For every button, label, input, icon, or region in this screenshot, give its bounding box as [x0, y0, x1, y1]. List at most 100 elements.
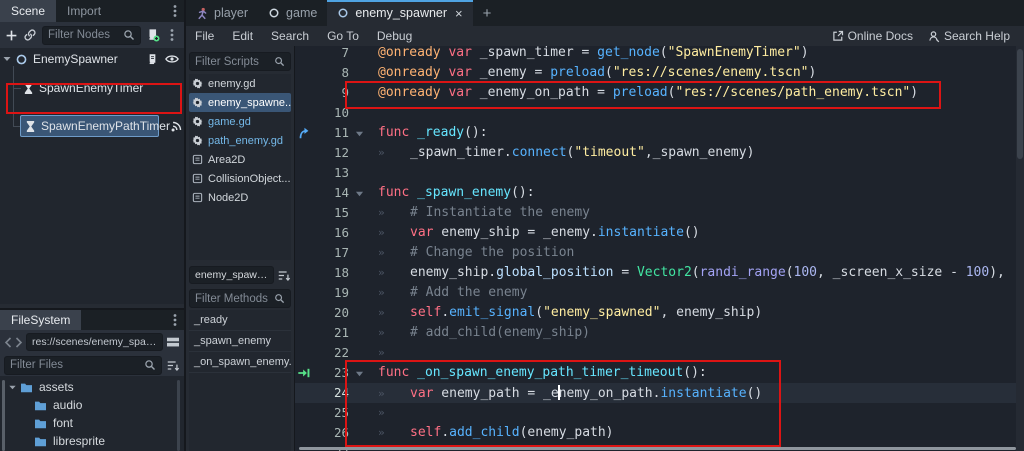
line-number: 11: [333, 125, 349, 140]
script-list-item[interactable]: Node2D: [189, 188, 291, 207]
code-line[interactable]: 9 @onready var _enemy_on_path = preload("…: [295, 83, 1024, 103]
tree-row-enemyspawner[interactable]: EnemySpawner: [0, 49, 184, 69]
code-line[interactable]: 22 »: [295, 343, 1024, 363]
filter-methods-input[interactable]: Filter Methods: [189, 289, 291, 308]
script-list-item[interactable]: game.gd: [189, 112, 291, 131]
sort-methods-icon[interactable]: [277, 269, 291, 282]
online-docs-button[interactable]: Online Docs: [832, 29, 913, 43]
code-line[interactable]: 8 @onready var _enemy = preload("res://sc…: [295, 63, 1024, 83]
code-token: "res://scenes/path_enemy.tscn": [675, 85, 911, 100]
split-view-icon[interactable]: [166, 336, 180, 348]
filter-nodes-input[interactable]: Filter Nodes: [42, 25, 141, 45]
instance-scene-icon[interactable]: [23, 28, 37, 42]
script-list-item[interactable]: CollisionObject...: [189, 169, 291, 188]
script-tab-player[interactable]: player: [186, 0, 258, 26]
sort-files-icon[interactable]: [166, 359, 180, 372]
code-line[interactable]: 25 »: [295, 403, 1024, 423]
current-path-field[interactable]: res://scenes/enemy_spawn: [26, 333, 163, 351]
current-script-name-field[interactable]: enemy_spawner.gd: [189, 266, 274, 284]
code-line[interactable]: 23 func _on_spawn_enemy_path_timer_timeou…: [295, 363, 1024, 383]
visibility-eye-icon[interactable]: [165, 53, 179, 65]
menu-debug[interactable]: Debug: [368, 29, 421, 43]
fold-arrow-icon[interactable]: [355, 190, 364, 198]
code-token: (): [746, 386, 763, 401]
history-back-icon[interactable]: [4, 336, 12, 348]
node-label: SpawnEnemyPathTimer: [41, 119, 170, 133]
search-help-button[interactable]: Search Help: [927, 29, 1010, 43]
script-list-label: enemy_spawne...: [208, 96, 291, 109]
code-line[interactable]: 11 func _ready():: [295, 123, 1024, 143]
code-text: »: [378, 405, 410, 420]
signal-connection-icon[interactable]: [170, 119, 184, 133]
line-number: 7: [341, 46, 349, 60]
method-list-item[interactable]: _spawn_enemy: [189, 331, 291, 352]
menu-file[interactable]: File: [186, 29, 223, 43]
tree-row-spawnenemytimer[interactable]: SpawnEnemyTimer: [0, 78, 184, 98]
code-line[interactable]: 24 » var enemy_path = _enemy_on_path.insta…: [295, 383, 1024, 403]
tab-scene[interactable]: Scene: [0, 0, 57, 22]
new-tab-button[interactable]: +: [473, 0, 502, 26]
filesystem-folder-audio[interactable]: audio: [0, 396, 184, 414]
filesystem-tabbar: FileSystem: [0, 310, 184, 330]
menu-goto[interactable]: Go To: [318, 29, 368, 43]
filesystem-folder-assets[interactable]: assets: [0, 378, 184, 396]
gdscript-icon: [192, 97, 203, 108]
open-script-icon[interactable]: [146, 53, 159, 66]
filter-scripts-input[interactable]: Filter Scripts: [189, 52, 291, 71]
menu-edit[interactable]: Edit: [223, 29, 262, 43]
code-text: » enemy_ship.global_position = Vector2(ra…: [378, 265, 1005, 280]
code-line[interactable]: 10: [295, 103, 1024, 123]
code-token: ): [800, 46, 809, 60]
code-line[interactable]: 20 » self.emit_signal("enemy_spawned", ene…: [295, 303, 1024, 323]
code-line[interactable]: 13: [295, 163, 1024, 183]
code-line[interactable]: 7 @onready var _spawn_timer = get_node("S…: [295, 46, 1024, 63]
code-line[interactable]: 19 » # Add the enemy: [295, 283, 1024, 303]
line-number: 24: [333, 385, 349, 400]
tab-filesystem[interactable]: FileSystem: [0, 310, 82, 330]
tab-indent-marker: »: [378, 266, 385, 279]
code-line[interactable]: 16 » var enemy_ship = _enemy.instantiate(): [295, 223, 1024, 243]
collapse-arrow-icon[interactable]: [2, 54, 12, 64]
chevron-down-icon[interactable]: [8, 383, 17, 392]
method-list-item[interactable]: _on_spawn_enemy...: [189, 352, 291, 373]
code-line[interactable]: 14 func _spawn_enemy():: [295, 183, 1024, 203]
code-token: ): [910, 85, 919, 100]
script-list-item[interactable]: Area2D: [189, 150, 291, 169]
line-number: 22: [333, 345, 349, 360]
tree-row-spawnenemypathtimer[interactable]: SpawnEnemyPathTimer: [0, 116, 184, 136]
code-line[interactable]: 17 » # Change the position: [295, 243, 1024, 263]
code-line[interactable]: 12» _spawn_timer.connect("timeout",_spawn…: [295, 143, 1024, 163]
filesystem-folder-libresprite[interactable]: libresprite: [0, 432, 184, 450]
line-number: 23: [333, 365, 349, 380]
script-list-item[interactable]: enemy_spawne...: [189, 93, 291, 112]
add-node-icon[interactable]: [5, 29, 18, 42]
code-line[interactable]: 15 » # Instantiate the enemy: [295, 203, 1024, 223]
folder-icon: [34, 418, 47, 429]
folder-icon: [20, 382, 33, 393]
code-editor[interactable]: 7 @onready var _spawn_timer = get_node("S…: [295, 46, 1024, 451]
vertical-scrollbar[interactable]: [1016, 46, 1024, 451]
code-line[interactable]: 18» enemy_ship.global_position = Vector2(…: [295, 263, 1024, 283]
vertical-scrollbar-thumb[interactable]: [1017, 49, 1023, 159]
script-list-item[interactable]: enemy.gd: [189, 74, 291, 93]
close-tab-icon[interactable]: ×: [455, 6, 463, 21]
horizontal-scrollbar[interactable]: [299, 447, 1016, 450]
filesystem-folder-font[interactable]: font: [0, 414, 184, 432]
menu-search[interactable]: Search: [262, 29, 318, 43]
scene-toolbar-menu-icon[interactable]: [165, 27, 179, 43]
attach-script-icon[interactable]: [146, 28, 160, 42]
script-tab-enemy-spawner[interactable]: enemy_spawner ×: [327, 0, 473, 26]
filter-files-input[interactable]: Filter Files: [4, 355, 162, 375]
script-list-item[interactable]: path_enemy.gd: [189, 131, 291, 150]
scene-dock-menu-icon[interactable]: [168, 3, 182, 19]
fold-arrow-icon[interactable]: [355, 130, 364, 138]
code-line[interactable]: 21 » # add_child(enemy_ship): [295, 323, 1024, 343]
node2d-icon: [15, 53, 28, 66]
code-line[interactable]: 26 » self.add_child(enemy_path): [295, 423, 1024, 443]
filesystem-menu-icon[interactable]: [168, 312, 182, 328]
method-list-item[interactable]: _ready: [189, 310, 291, 331]
script-tab-game[interactable]: game: [258, 0, 327, 26]
tab-import[interactable]: Import: [56, 0, 112, 22]
history-forward-icon[interactable]: [15, 336, 23, 348]
fold-arrow-icon[interactable]: [355, 370, 364, 378]
